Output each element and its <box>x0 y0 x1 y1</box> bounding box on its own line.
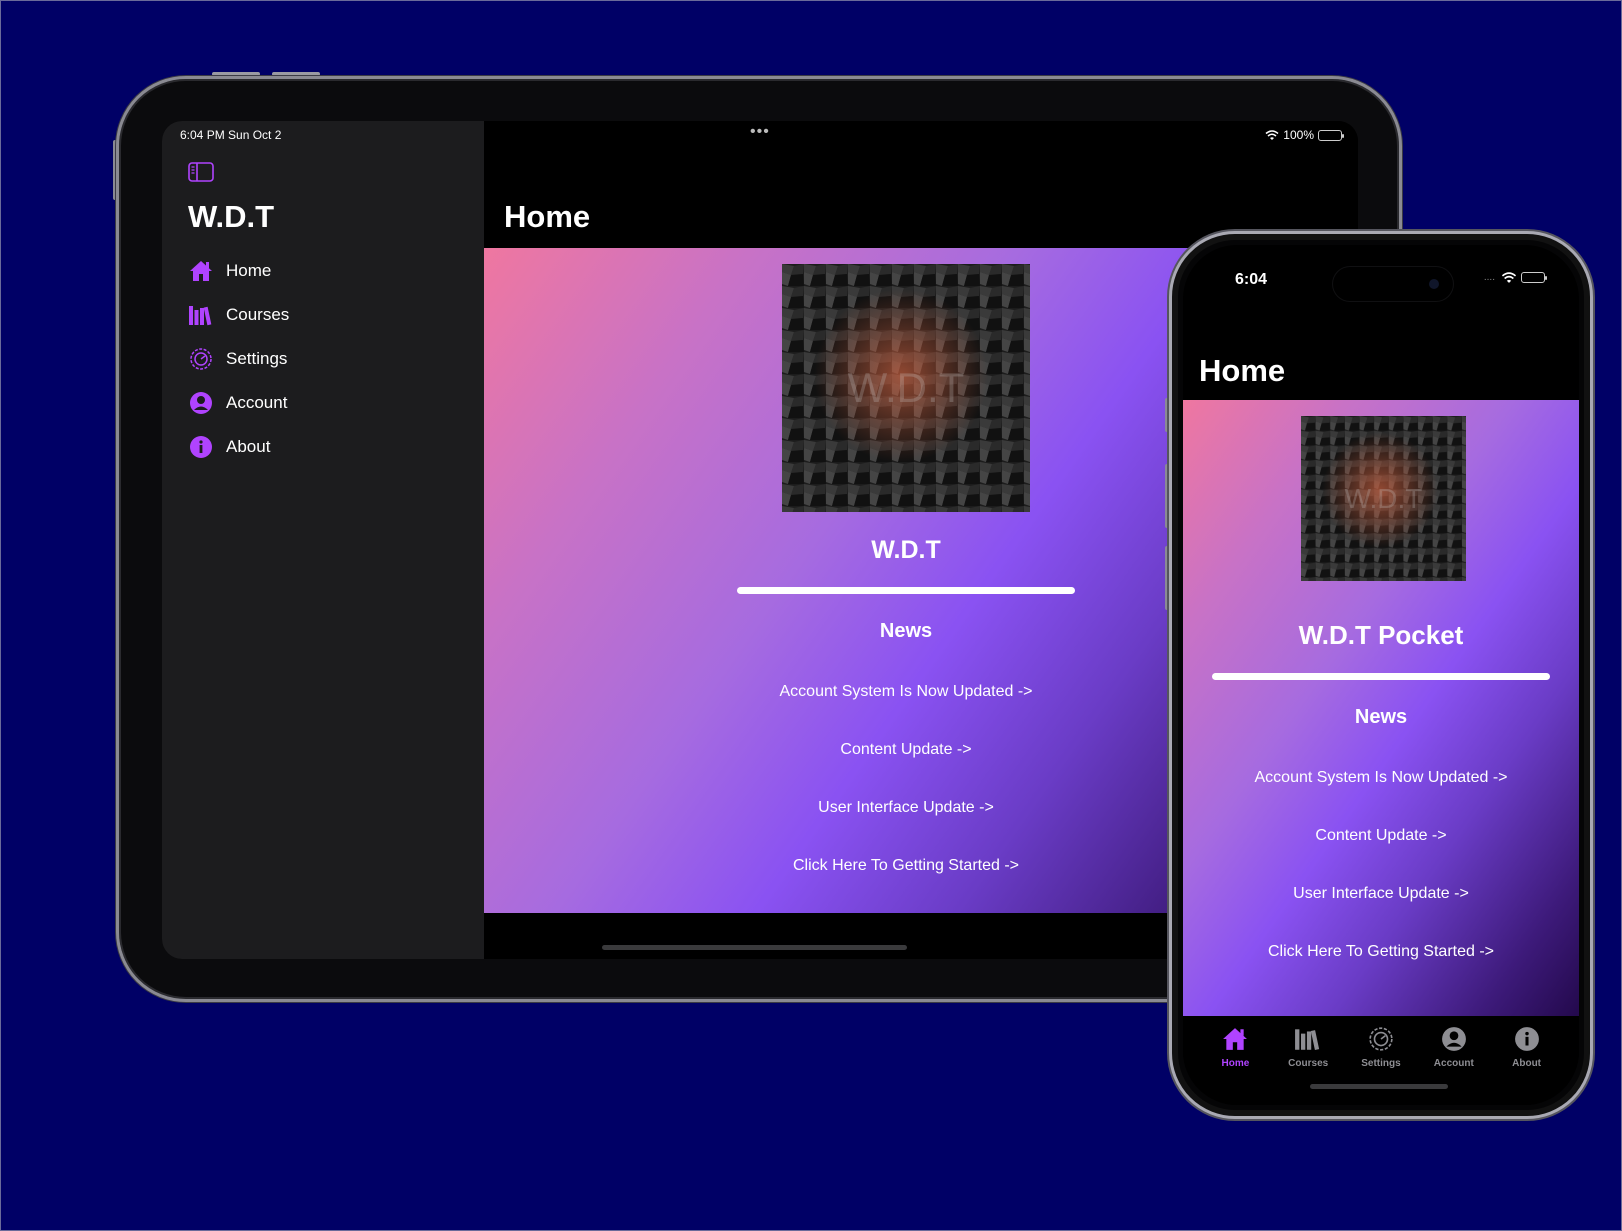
tab-account[interactable]: Account <box>1422 1016 1486 1105</box>
tab-bar: Home Courses Settings Account About <box>1183 1016 1579 1105</box>
sidebar-item-home[interactable]: Home <box>188 249 289 293</box>
tab-home[interactable]: Home <box>1203 1016 1267 1105</box>
sidebar-list: Home Courses Settings Account About <box>188 249 289 469</box>
tab-settings[interactable]: Settings <box>1349 1016 1413 1105</box>
sidebar-item-label: Courses <box>226 305 290 324</box>
home-indicator <box>1310 1084 1448 1089</box>
status-right: 100% <box>1265 128 1344 142</box>
divider-bar <box>737 587 1075 594</box>
sidebar-item-account[interactable]: Account <box>188 381 289 425</box>
camera-icon <box>1429 279 1439 289</box>
page-title: Home <box>1199 353 1286 388</box>
sidebar-item-label: Settings <box>226 349 288 368</box>
battery-percent: 100% <box>1283 128 1314 142</box>
house-icon <box>1221 1026 1249 1052</box>
house-icon <box>188 259 214 283</box>
wifi-icon <box>1501 272 1517 283</box>
person-circle-icon <box>188 391 214 415</box>
app-name: W.D.T Pocket <box>1298 620 1464 650</box>
status-time: 6:04 PM Sun Oct 2 <box>180 128 282 142</box>
tab-courses[interactable]: Courses <box>1276 1016 1340 1105</box>
sidebar-item-label: Home <box>226 261 272 280</box>
logo-watermark-text: W.D.T <box>847 364 965 411</box>
sidebar-title: W.D.T <box>188 199 275 234</box>
sidebar-item-courses[interactable]: Courses <box>188 293 289 337</box>
tab-label: Courses <box>1288 1058 1329 1069</box>
news-heading: News <box>1354 706 1408 728</box>
news-link-ui-update[interactable]: User Interface Update -> <box>1183 885 1579 903</box>
news-link-account-system[interactable]: Account System Is Now Updated -> <box>1183 769 1579 787</box>
news-link-getting-started[interactable]: Click Here To Getting Started -> <box>1183 943 1579 961</box>
app-logo-image: W.D.T <box>1301 416 1466 581</box>
books-icon <box>1294 1026 1322 1052</box>
info-circle-icon <box>1513 1026 1541 1052</box>
page-title: Home <box>504 199 591 234</box>
logo-watermark-text: W.D.T <box>1344 482 1423 514</box>
sidebar-toggle-icon[interactable] <box>188 162 214 182</box>
tab-about[interactable]: About <box>1495 1016 1559 1105</box>
news-link-content-update[interactable]: Content Update -> <box>1183 827 1579 845</box>
sidebar-item-about[interactable]: About <box>188 425 289 469</box>
tab-label: Settings <box>1361 1058 1401 1069</box>
multitasking-dots-icon[interactable]: ••• <box>750 123 770 141</box>
person-circle-icon <box>1440 1026 1468 1052</box>
home-gradient-panel: W.D.T W.D.T Pocket News Account System I… <box>1183 400 1579 1016</box>
tab-label: Account <box>1433 1058 1474 1069</box>
info-circle-icon <box>188 435 214 459</box>
sidebar: W.D.T Home Courses Settings Account Abou… <box>162 121 484 959</box>
tab-label: About <box>1512 1058 1542 1069</box>
books-icon <box>188 303 214 327</box>
dynamic-island <box>1333 267 1453 301</box>
status-time: 6:04 <box>1235 271 1268 288</box>
battery-icon <box>1521 272 1547 283</box>
status-right: .... <box>1483 272 1547 283</box>
gear-icon <box>188 347 214 371</box>
gear-icon <box>1367 1026 1395 1052</box>
app-logo-image: W.D.T <box>782 264 1030 512</box>
sidebar-item-label: Account <box>226 393 288 412</box>
panel-text-block: W.D.T Pocket News Account System Is Now … <box>1183 620 1579 961</box>
tab-label: Home <box>1221 1058 1250 1069</box>
sidebar-item-label: About <box>226 437 271 456</box>
signal-icon: .... <box>1483 272 1495 283</box>
sidebar-item-settings[interactable]: Settings <box>188 337 289 381</box>
home-indicator <box>602 945 907 950</box>
battery-icon <box>1318 129 1344 141</box>
wifi-icon <box>1265 129 1279 141</box>
iphone-screen: 6:04 .... Home W.D.T W.D.T Pocket News A… <box>1183 245 1579 1105</box>
divider-bar <box>1212 673 1550 680</box>
ipad-status-bar: 6:04 PM Sun Oct 2 ••• 100% <box>162 121 1358 149</box>
